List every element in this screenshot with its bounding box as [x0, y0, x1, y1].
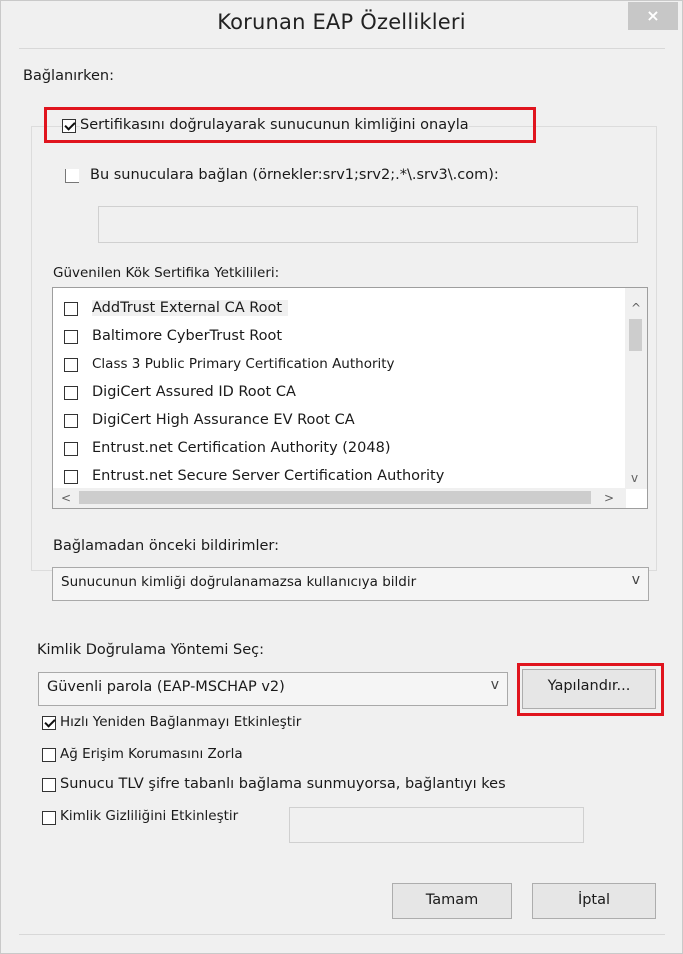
identity-privacy-label: Kimlik Gizliliğini Etkinleştir: [60, 808, 239, 824]
dialog-content: Bağlanırken: Sertifikasını doğrulayarak …: [19, 48, 665, 935]
nap-label: Ağ Erişim Korumasını Zorla: [60, 746, 243, 762]
ca-label: DigiCert Assured ID Root CA: [92, 384, 296, 400]
ok-button[interactable]: Tamam: [392, 883, 512, 919]
scroll-right-icon[interactable]: >: [604, 492, 614, 504]
ca-label: Baltimore CyberTrust Root: [92, 328, 283, 344]
trusted-ca-heading: Güvenilen Kök Sertifika Yetkilileri:: [53, 265, 280, 281]
verify-cert-label: Sertifikasını doğrulayarak sunucunun kim…: [80, 117, 469, 133]
ca-label: Entrust.net Secure Server Certification …: [92, 468, 445, 484]
nap-checkbox[interactable]: [42, 748, 56, 762]
horizontal-scrollbar[interactable]: < >: [53, 488, 626, 508]
configure-button[interactable]: Yapılandır...: [522, 669, 656, 709]
notifications-value: Sunucunun kimliği doğrulanamazsa kullanı…: [61, 574, 417, 590]
tlv-checkbox[interactable]: [42, 778, 56, 792]
chevron-down-icon: v: [631, 572, 640, 588]
list-item[interactable]: Baltimore CyberTrust Root: [53, 324, 593, 352]
close-button[interactable]: ×: [628, 2, 678, 30]
ca-label: DigiCert High Assurance EV Root CA: [92, 412, 355, 428]
connect-servers-checkbox[interactable]: [65, 169, 79, 183]
vertical-scrollbar[interactable]: ^ v: [625, 288, 647, 489]
configure-button-label: Yapılandır...: [547, 678, 631, 694]
tlv-label: Sunucu TLV şifre tabanlı bağlama sunmuyo…: [60, 776, 506, 792]
list-item[interactable]: Class 3 Public Primary Certification Aut…: [53, 352, 593, 380]
verify-cert-checkbox[interactable]: [62, 119, 76, 133]
ca-checkbox[interactable]: [64, 470, 78, 484]
ok-button-label: Tamam: [425, 892, 479, 908]
window-title: Korunan EAP Özellikleri: [217, 10, 466, 34]
list-item[interactable]: Entrust.net Certification Authority (204…: [53, 436, 593, 464]
auth-method-select[interactable]: Güvenli parola (EAP-MSCHAP v2) v: [38, 672, 508, 706]
list-item[interactable]: AddTrust External CA Root: [53, 296, 593, 324]
vertical-scroll-thumb[interactable]: [629, 319, 642, 351]
horizontal-scroll-thumb[interactable]: [79, 491, 591, 504]
cancel-button-label: İptal: [577, 892, 611, 908]
ca-label: Class 3 Public Primary Certification Aut…: [92, 356, 395, 372]
connecting-heading: Bağlanırken:: [23, 68, 115, 84]
close-icon: ×: [646, 6, 660, 25]
ca-label: Entrust.net Certification Authority (204…: [92, 440, 391, 456]
cancel-button[interactable]: İptal: [532, 883, 656, 919]
identity-privacy-input[interactable]: [289, 807, 584, 843]
scroll-down-icon[interactable]: v: [631, 472, 638, 484]
trusted-ca-list[interactable]: AddTrust External CA Root Baltimore Cybe…: [52, 287, 648, 509]
list-item[interactable]: DigiCert Assured ID Root CA: [53, 380, 593, 408]
ca-checkbox[interactable]: [64, 302, 78, 316]
title-bar: Korunan EAP Özellikleri ×: [1, 1, 682, 45]
notifications-select[interactable]: Sunucunun kimliği doğrulanamazsa kullanı…: [52, 567, 649, 601]
fast-reconnect-checkbox[interactable]: [42, 716, 56, 730]
ca-checkbox[interactable]: [64, 330, 78, 344]
scroll-up-icon[interactable]: ^: [631, 302, 641, 314]
list-item[interactable]: DigiCert High Assurance EV Root CA: [53, 408, 593, 436]
auth-method-heading: Kimlik Doğrulama Yöntemi Seç:: [37, 642, 264, 658]
auth-method-value: Güvenli parola (EAP-MSCHAP v2): [47, 679, 285, 695]
notifications-heading: Bağlamadan önceki bildirimler:: [53, 538, 279, 554]
dialog-window: Korunan EAP Özellikleri × Bağlanırken: S…: [0, 0, 683, 954]
servers-input[interactable]: [98, 206, 638, 243]
ca-checkbox[interactable]: [64, 414, 78, 428]
scroll-left-icon[interactable]: <: [61, 492, 71, 504]
ca-label: AddTrust External CA Root: [92, 300, 289, 316]
ca-checkbox[interactable]: [64, 386, 78, 400]
fast-reconnect-label: Hızlı Yeniden Bağlanmayı Etkinleştir: [60, 714, 302, 730]
ca-checkbox[interactable]: [64, 442, 78, 456]
identity-privacy-checkbox[interactable]: [42, 811, 56, 825]
connect-servers-label: Bu sunuculara bağlan (örnekler:srv1;srv2…: [90, 167, 499, 183]
ca-checkbox[interactable]: [64, 358, 78, 372]
chevron-down-icon: v: [490, 677, 499, 693]
